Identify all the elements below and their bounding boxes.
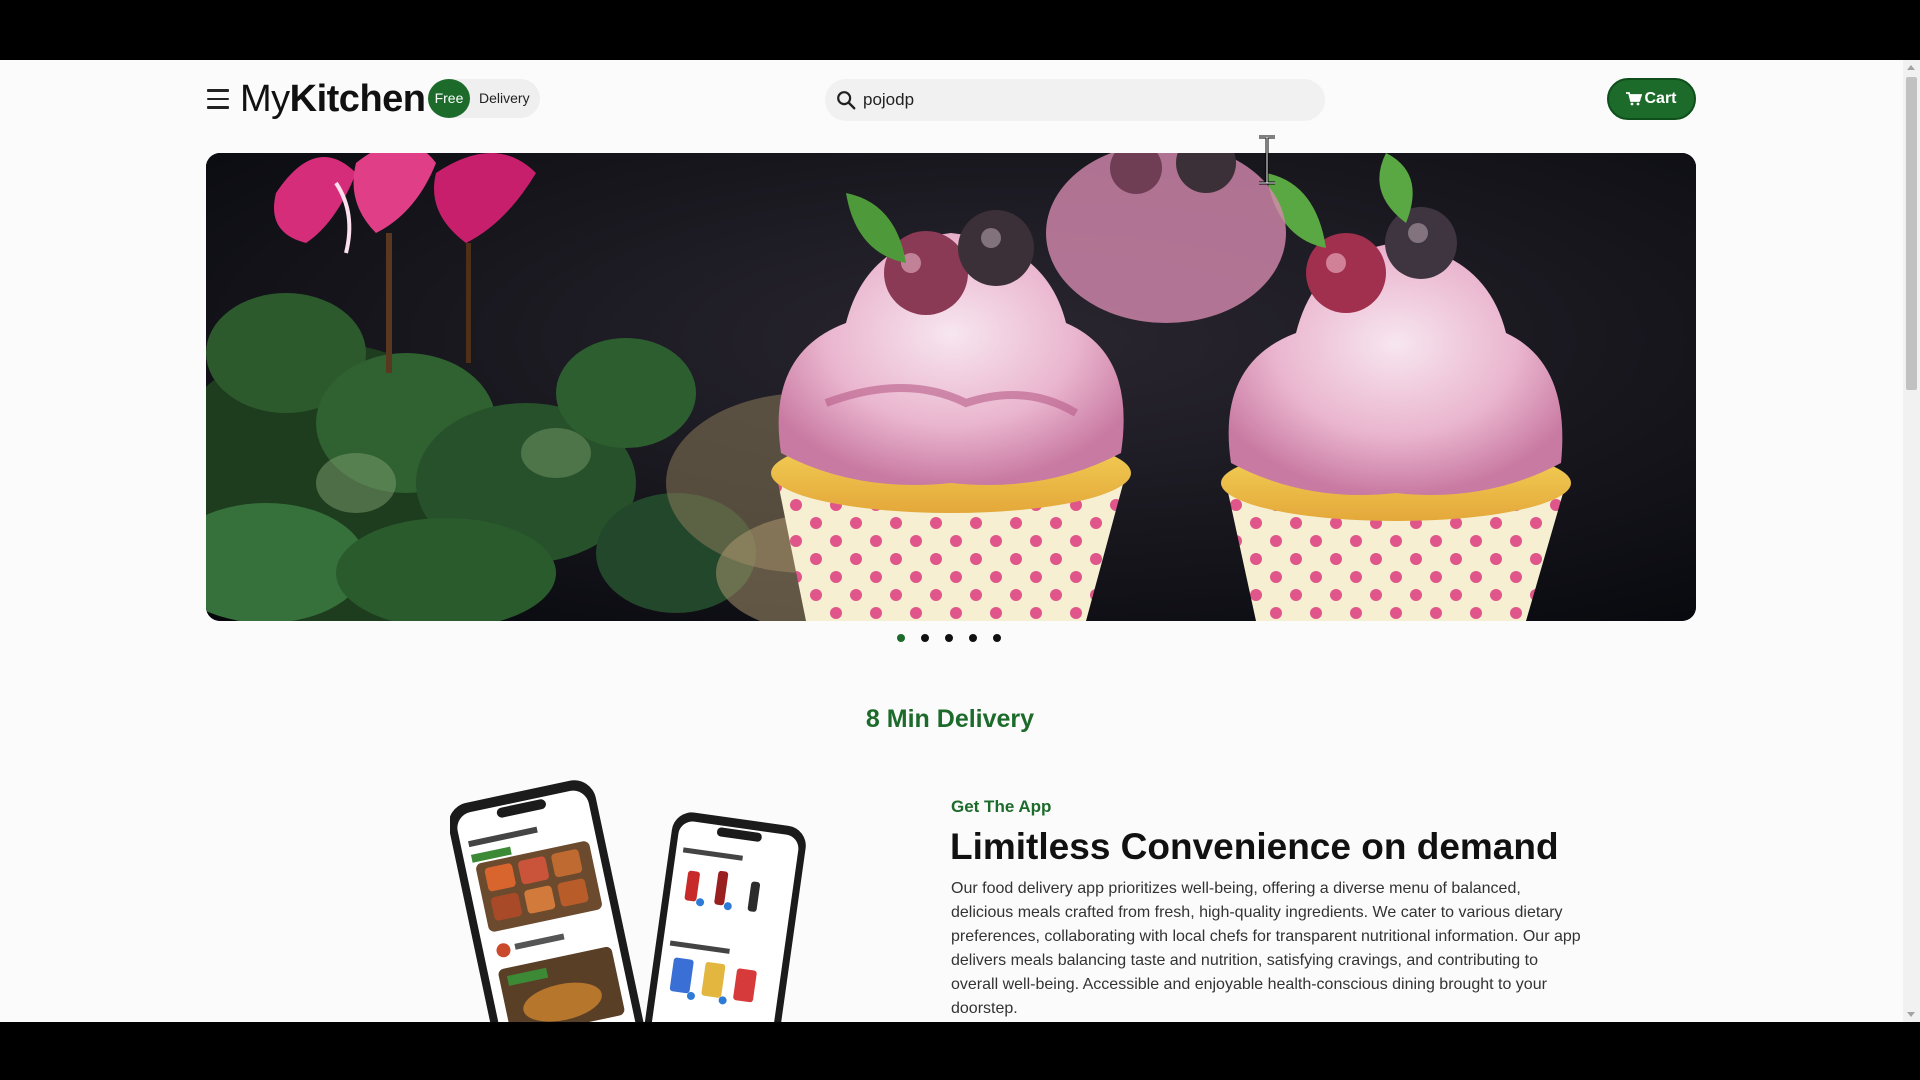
- logo-regular: My: [240, 78, 290, 120]
- hamburger-menu-icon[interactable]: [207, 89, 229, 109]
- cart-button[interactable]: Cart: [1607, 78, 1696, 120]
- logo-bold: Kitchen: [289, 78, 426, 120]
- search-bar[interactable]: [825, 79, 1325, 121]
- hero-carousel-image[interactable]: [206, 153, 1696, 621]
- section-title: 8 Min Delivery: [865, 705, 1035, 733]
- carousel-dot-2[interactable]: [921, 634, 929, 642]
- cart-label: Cart: [1644, 90, 1677, 107]
- scroll-up-icon[interactable]: [1907, 65, 1915, 70]
- promo-headline: Limitless Convenience on demand: [950, 826, 1559, 867]
- promo-body: Our food delivery app prioritizes well-b…: [951, 880, 1581, 1017]
- carousel-dot-3[interactable]: [945, 634, 953, 642]
- cart-icon: [1626, 92, 1643, 106]
- search-input[interactable]: [863, 88, 1303, 112]
- search-icon: [837, 91, 856, 110]
- carousel-dots: [897, 634, 1001, 642]
- carousel-dot-1[interactable]: [897, 634, 905, 642]
- site-header: MyKitchen Free Delivery Cart: [0, 60, 1920, 160]
- app-phones-image: [450, 780, 806, 1022]
- cupcakes-with-berries-photo: [206, 153, 1696, 621]
- free-delivery-pill: Free Delivery: [428, 79, 540, 118]
- carousel-dot-5[interactable]: [993, 634, 1001, 642]
- site-logo[interactable]: MyKitchen: [240, 78, 426, 121]
- scroll-thumb[interactable]: [1906, 77, 1917, 390]
- text-cursor-icon: [1259, 135, 1275, 185]
- promo-eyebrow: Get The App: [951, 797, 1052, 816]
- scroll-down-icon[interactable]: [1907, 1012, 1915, 1017]
- page-scrollbar[interactable]: [1903, 60, 1920, 1022]
- carousel-dot-4[interactable]: [969, 634, 977, 642]
- free-delivery-text: Delivery: [479, 90, 530, 106]
- free-badge: Free: [428, 79, 470, 118]
- browser-viewport: MyKitchen Free Delivery Cart: [0, 60, 1920, 1022]
